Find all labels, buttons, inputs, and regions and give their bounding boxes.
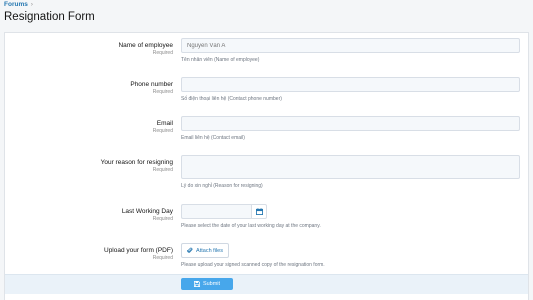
submit-label: Submit [202, 281, 221, 287]
breadcrumb: Forums › [4, 1, 33, 8]
upload-required: Required [152, 255, 173, 261]
phone-required: Required [152, 89, 173, 95]
last-day-label: Last Working Day Required [122, 208, 173, 223]
email-input[interactable] [181, 116, 520, 131]
reason-required: Required [152, 167, 173, 173]
name-input[interactable] [181, 38, 520, 53]
calendar-button[interactable] [251, 204, 267, 219]
save-icon [193, 281, 200, 287]
page-title: Resignation Form [4, 11, 95, 23]
submit-button[interactable]: Submit [181, 278, 233, 290]
phone-label: Phone number Required [130, 81, 173, 96]
last-day-required: Required [152, 216, 173, 222]
reason-hint: Lý do xin nghỉ (Reason for resigning) [181, 183, 263, 189]
last-day-hint: Please select the date of your last work… [181, 223, 321, 229]
name-hint: Tên nhân viên (Name of employee) [181, 57, 260, 63]
date-picker [181, 204, 267, 219]
email-label-text: Email [156, 120, 173, 127]
phone-label-text: Phone number [130, 81, 173, 88]
last-day-input[interactable] [181, 204, 251, 219]
form-submit-row: Submit [5, 274, 528, 294]
upload-label-text: Upload your form (PDF) [104, 247, 173, 254]
phone-input[interactable] [181, 77, 520, 92]
last-day-label-text: Last Working Day [121, 208, 173, 215]
email-hint: Email liên hệ (Contact email) [181, 135, 245, 141]
attach-files-button[interactable]: Attach files [181, 243, 229, 258]
reason-textarea[interactable] [181, 155, 520, 179]
reason-label-text: Your reason for resigning [100, 159, 173, 166]
name-required: Required [152, 50, 173, 56]
calendar-icon [255, 208, 263, 215]
name-label-text: Name of employee [118, 42, 173, 49]
attach-files-label: Attach files [196, 247, 223, 254]
email-label: Email Required [153, 120, 173, 135]
upload-label: Upload your form (PDF) Required [104, 247, 173, 262]
breadcrumb-separator: › [30, 1, 33, 8]
name-label: Name of employee Required [118, 42, 173, 57]
email-required: Required [152, 128, 173, 134]
phone-hint: Số điện thoại liên hệ (Contact phone num… [181, 96, 282, 102]
paperclip-icon [187, 247, 193, 253]
upload-hint: Please upload your signed scanned copy o… [181, 262, 325, 268]
resignation-form: Name of employee Required Tên nhân viên … [4, 32, 529, 300]
breadcrumb-item-forums[interactable]: Forums [4, 1, 28, 8]
reason-label: Your reason for resigning Required [101, 159, 173, 174]
